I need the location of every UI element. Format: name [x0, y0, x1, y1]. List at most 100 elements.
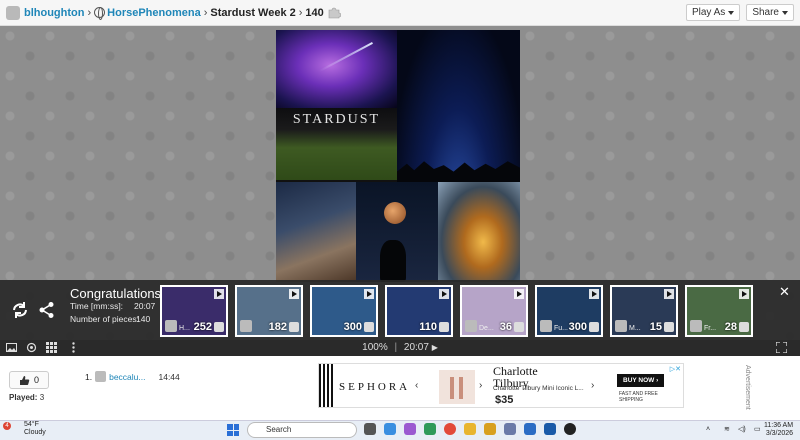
leaderboard-time: 14:44 — [158, 371, 180, 382]
suggestion-thumb[interactable]: M... 15 — [610, 285, 678, 337]
play-icon[interactable] — [739, 289, 749, 299]
thumb-count: 300 — [568, 321, 587, 333]
time-label: Time [mm:ss]: — [70, 301, 124, 311]
globe-icon — [94, 7, 106, 20]
play-icon[interactable] — [439, 289, 449, 299]
thumb-count: 300 — [343, 321, 362, 333]
chevron-right-icon[interactable]: › — [479, 380, 482, 391]
weather-widget[interactable]: 54°F Cloudy — [24, 421, 46, 437]
completed-puzzle-image[interactable]: STARDUST — [276, 30, 520, 282]
night-sky-tile — [397, 30, 520, 182]
play-icon[interactable]: ▶ — [432, 343, 438, 352]
share-icon[interactable] — [38, 301, 56, 319]
stardust-logo-text: STARDUST — [292, 112, 381, 127]
dog-silhouette — [380, 240, 406, 282]
task-view-icon[interactable] — [364, 423, 376, 435]
suggestion-thumb[interactable]: De... 36 — [460, 285, 528, 337]
chevron-up-icon[interactable]: ˄ — [706, 426, 710, 434]
notification-badge: 4 — [3, 422, 11, 430]
ad-brand: SEPHORA — [339, 381, 411, 393]
app-icon[interactable] — [404, 423, 416, 435]
group-link[interactable]: HorsePhenomena — [107, 7, 201, 19]
play-icon[interactable] — [514, 289, 524, 299]
user-link[interactable]: blhoughton — [24, 7, 84, 19]
thumb-count: 182 — [268, 321, 287, 333]
time-value: 20:07 — [134, 301, 156, 311]
avatar[interactable] — [95, 371, 107, 382]
puzzle-toolbar: 100% | 20:07 ▶ — [0, 340, 800, 356]
play-icon[interactable] — [289, 289, 299, 299]
outlook-icon[interactable] — [524, 423, 536, 435]
caret-down-icon — [782, 10, 788, 15]
weather-condition: Cloudy — [24, 429, 46, 436]
crystal-tile — [438, 182, 520, 282]
clock[interactable]: 11:36 AM 3/3/2026 — [764, 422, 793, 438]
suggestion-thumb[interactable]: Fu... 300 — [535, 285, 603, 337]
share-label: Share — [752, 7, 779, 18]
chevron-right-icon: › — [203, 6, 208, 19]
thumb-user: M... — [629, 325, 641, 332]
like-button[interactable]: 0 — [9, 371, 49, 389]
close-icon[interactable]: ✕ — [779, 284, 790, 300]
play-icon[interactable] — [664, 289, 674, 299]
chevron-left-icon[interactable]: ‹ — [415, 380, 418, 391]
thumb-user: Fu... — [554, 325, 569, 332]
leaderboard-user-link[interactable]: beccalu... — [109, 372, 145, 382]
thumbs-up-icon — [19, 375, 30, 385]
time: 11:36 AM — [764, 422, 794, 429]
play-icon[interactable] — [214, 289, 224, 299]
fullscreen-icon[interactable] — [776, 342, 787, 353]
windows-start-icon[interactable] — [227, 424, 239, 436]
play-icon[interactable] — [589, 289, 599, 299]
product-image[interactable] — [439, 370, 475, 404]
thumb-count: 15 — [649, 321, 662, 333]
app-icon[interactable] — [544, 423, 556, 435]
taskbar-search[interactable]: Search — [247, 422, 357, 438]
chevron-right-icon: › — [298, 6, 303, 19]
ad-subtitle: Charlotte Tilbury Mini Iconic L... — [493, 385, 584, 392]
suggestion-thumb[interactable]: 182 — [235, 285, 303, 337]
ad-shipping: FAST AND FREE SHIPPING — [619, 391, 658, 403]
puzzle-piece-icon — [664, 322, 674, 332]
zoom-timer-display: 100% | 20:07 ▶ — [0, 342, 800, 353]
app-icon[interactable] — [384, 423, 396, 435]
calculator-icon[interactable] — [504, 423, 516, 435]
puzzle-piece-icon — [589, 322, 599, 332]
puzzle-piece-icon — [289, 322, 299, 332]
buy-now-button[interactable]: BUY NOW › — [617, 374, 665, 387]
app-icon[interactable] — [564, 423, 576, 435]
restart-icon[interactable] — [10, 301, 30, 319]
chevron-right-icon: › — [87, 6, 92, 19]
puzzle-piece-icon — [328, 7, 341, 18]
suggestion-thumb[interactable]: H... 252 — [160, 285, 228, 337]
suggestion-thumb[interactable]: Fr... 28 — [685, 285, 753, 337]
chevron-right-icon[interactable]: › — [591, 380, 594, 391]
suggestion-thumb[interactable]: 300 — [310, 285, 378, 337]
played-count: 3 — [39, 393, 45, 402]
file-explorer-icon[interactable] — [464, 423, 476, 435]
puzzle-piece-icon — [214, 322, 224, 332]
user-avatar[interactable] — [6, 5, 20, 20]
moon — [384, 202, 406, 224]
rank: 1. — [85, 371, 93, 382]
battery-icon[interactable]: ▭ — [754, 426, 761, 434]
puzzle-title: Stardust Week 2 — [210, 6, 296, 19]
wifi-icon[interactable]: ≋ — [724, 426, 730, 434]
play-as-button[interactable]: Play As — [685, 4, 741, 21]
volume-icon[interactable]: ◁) — [738, 426, 746, 434]
play-icon[interactable] — [364, 289, 374, 299]
header-bar: blhoughton › HorsePhenomena › Stardust W… — [0, 0, 800, 26]
windows-taskbar — [0, 420, 800, 440]
edge-icon[interactable] — [424, 423, 436, 435]
zoom-level: 100% — [362, 342, 388, 353]
played-label: Played: — [9, 393, 38, 402]
ad-choices-icon[interactable]: ▷✕ — [670, 365, 681, 373]
separator: | — [394, 342, 398, 353]
suggestion-thumb[interactable]: 110 — [385, 285, 453, 337]
share-button[interactable]: Share — [746, 4, 794, 21]
chrome-icon[interactable] — [444, 423, 456, 435]
app-icon[interactable] — [484, 423, 496, 435]
advertisement-banner[interactable]: SEPHORA ‹ › Charlotte Tilbury Charlotte T… — [318, 363, 684, 408]
pieces-label: Number of pieces: — [70, 314, 139, 324]
milky-way-tile — [276, 182, 356, 282]
